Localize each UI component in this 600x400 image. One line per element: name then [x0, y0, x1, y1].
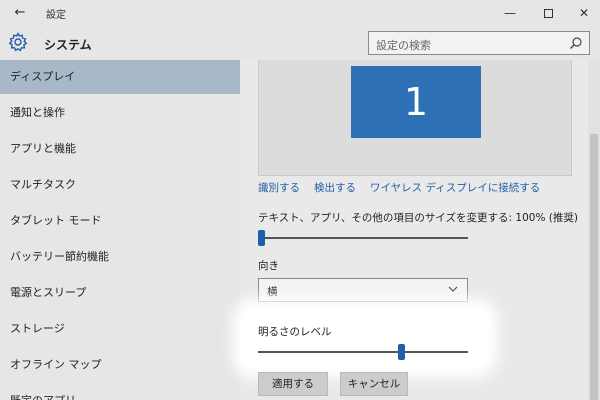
orientation-dropdown[interactable]: 横 — [258, 278, 468, 302]
sidebar-item-tablet-mode[interactable]: タブレット モード — [0, 204, 240, 238]
detect-link[interactable]: 検出する — [314, 180, 356, 195]
display-arrangement-preview: 1 — [258, 60, 572, 176]
orientation-value: 横 — [267, 286, 278, 298]
back-arrow-icon[interactable]: ← — [10, 3, 30, 23]
identify-link[interactable]: 識別する — [258, 180, 300, 195]
apply-button[interactable]: 適用する — [258, 372, 328, 396]
sidebar-item-notifications[interactable]: 通知と操作 — [0, 96, 240, 130]
gear-icon — [8, 32, 28, 52]
search-input[interactable]: 設定の検索 — [368, 31, 590, 55]
page-title: システム — [44, 38, 92, 52]
monitor-tile[interactable]: 1 — [351, 66, 481, 138]
settings-header: システム 設定の検索 — [0, 26, 600, 60]
cancel-button[interactable]: キャンセル — [340, 372, 408, 396]
window-title: 設定 — [46, 10, 66, 21]
sidebar-item-apps[interactable]: アプリと機能 — [0, 132, 240, 166]
scale-label: テキスト、アプリ、その他の項目のサイズを変更する: 100% (推奨) — [258, 212, 578, 224]
display-settings-pane: 1 識別する 検出する ワイヤレス ディスプレイに接続する テキスト、アプリ、そ… — [240, 60, 588, 400]
scale-slider-thumb[interactable] — [258, 230, 265, 246]
close-button[interactable]: ✕ — [566, 0, 600, 26]
brightness-slider-track[interactable] — [258, 351, 468, 353]
search-icon[interactable] — [569, 36, 583, 50]
sidebar-item-display[interactable]: ディスプレイ — [0, 60, 240, 94]
brightness-label: 明るさのレベル — [258, 326, 332, 338]
sidebar-item-offline-maps[interactable]: オフライン マップ — [0, 348, 240, 382]
scale-slider-track[interactable] — [258, 237, 468, 239]
sidebar-item-default-apps[interactable]: 既定のアプリ — [0, 384, 240, 400]
wireless-display-link[interactable]: ワイヤレス ディスプレイに接続する — [370, 180, 540, 195]
sidebar-item-multitasking[interactable]: マルチタスク — [0, 168, 240, 202]
brightness-slider-thumb[interactable] — [398, 344, 406, 360]
maximize-button[interactable] — [530, 0, 566, 26]
sidebar-item-storage[interactable]: ストレージ — [0, 312, 240, 346]
scrollbar-thumb[interactable] — [590, 134, 598, 400]
search-placeholder: 設定の検索 — [376, 39, 431, 52]
minimize-button[interactable]: — — [492, 0, 528, 26]
sidebar: ディスプレイ 通知と操作 アプリと機能 マルチタスク タブレット モード バッテ… — [0, 60, 240, 400]
scrollbar[interactable] — [588, 60, 600, 400]
sidebar-item-battery-saver[interactable]: バッテリー節約機能 — [0, 240, 240, 274]
title-bar: ← 設定 — ✕ — [0, 0, 600, 26]
chevron-down-icon — [448, 286, 458, 292]
orientation-label: 向き — [258, 260, 279, 272]
sidebar-item-power-sleep[interactable]: 電源とスリープ — [0, 276, 240, 310]
maximize-icon — [543, 9, 553, 18]
